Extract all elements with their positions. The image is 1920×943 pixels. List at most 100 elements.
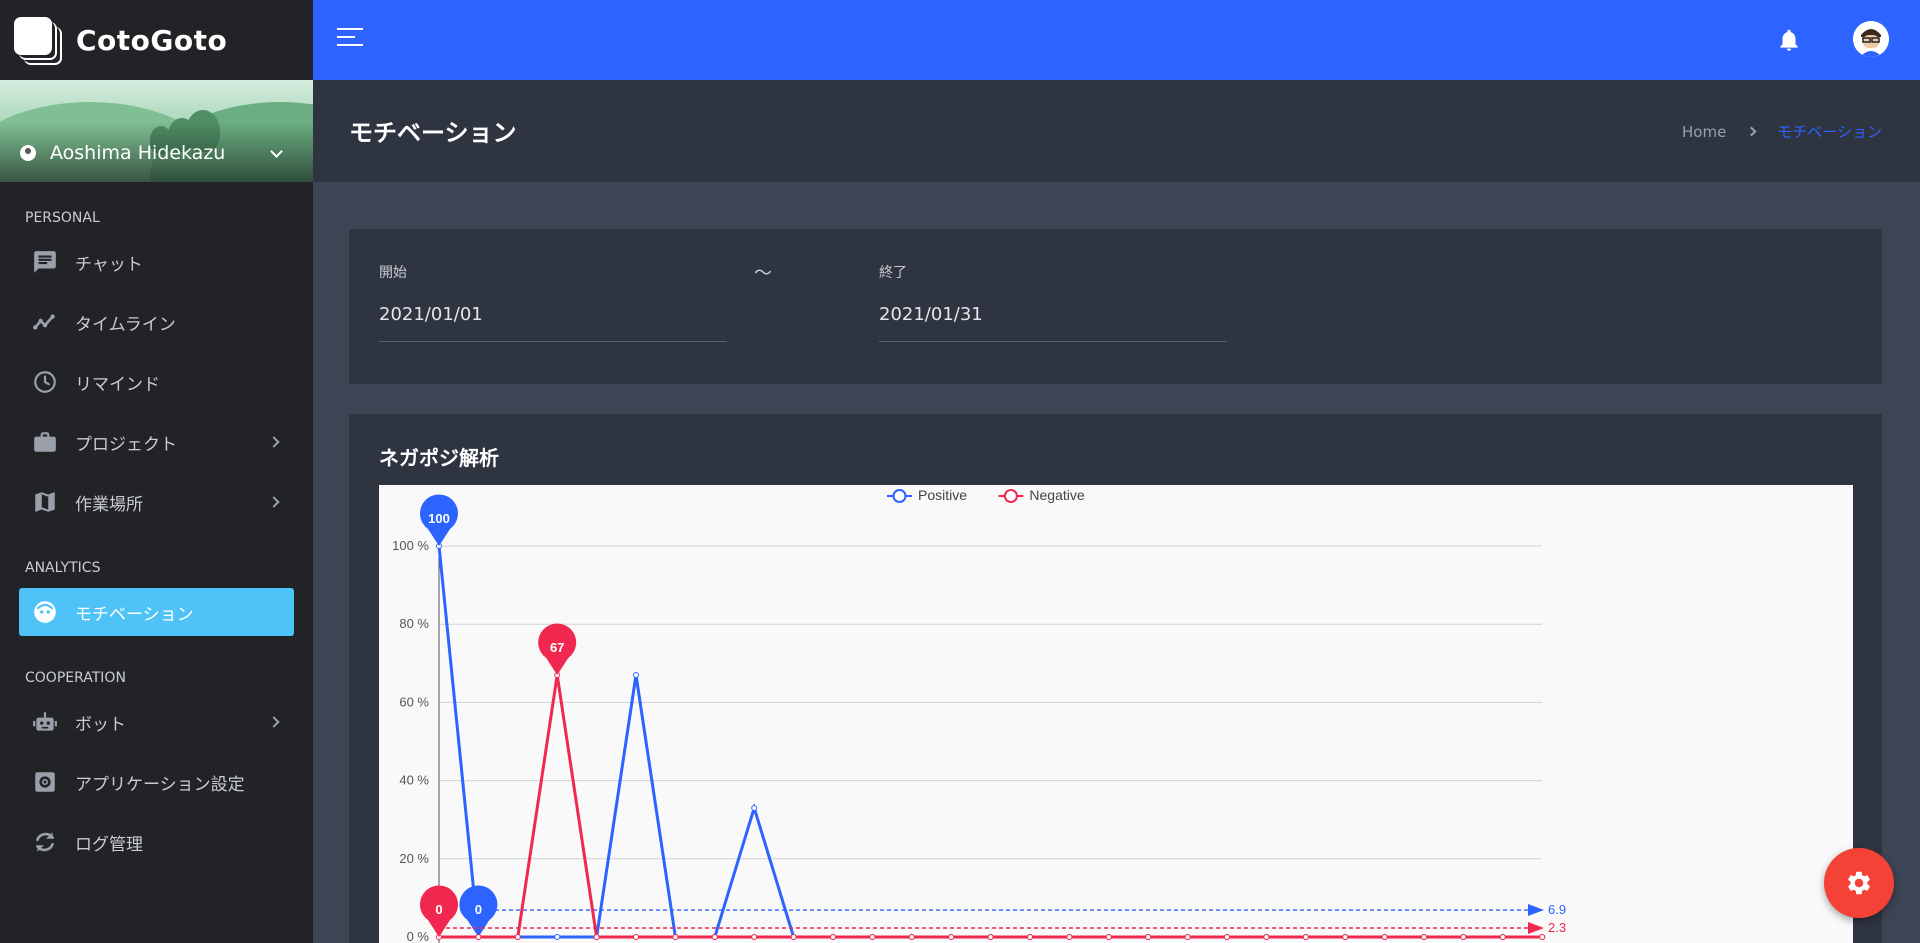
start-date-field[interactable]: 開始 2021/01/01 xyxy=(379,262,727,342)
data-point xyxy=(987,934,994,940)
sidebar-nav: PERSONAL チャットタイムライン リマインドプロジェクト 作業場所 ANALYTI… xyxy=(0,210,313,866)
sidebar-item-label: モチベーション xyxy=(75,604,194,625)
user-icon xyxy=(20,145,36,161)
data-point xyxy=(1421,934,1427,940)
data-point xyxy=(672,934,679,940)
start-date-input[interactable]: 2021/01/01 xyxy=(379,304,727,342)
data-point xyxy=(514,934,521,940)
data-point xyxy=(593,934,600,940)
y-tick-label: 0 % xyxy=(407,929,430,943)
data-point xyxy=(1027,934,1033,940)
sidebar-item[interactable]: アプリケーション設定 xyxy=(19,758,294,806)
mark-pin-label: 0 xyxy=(435,902,442,917)
sidebar-item[interactable]: ログ管理 xyxy=(19,818,294,866)
avatar-icon[interactable] xyxy=(1853,21,1889,57)
y-tick-label: 60 % xyxy=(399,694,429,709)
nav-section-title: PERSONAL xyxy=(25,210,100,226)
sidebar-item-label: タイムライン xyxy=(75,314,176,335)
mark-pin-label: 0 xyxy=(475,902,482,917)
user-name: Aoshima Hidekazu xyxy=(50,142,226,164)
legend-marker xyxy=(1003,489,1018,503)
sidebar-item[interactable]: モチベーション xyxy=(19,588,294,636)
data-point xyxy=(633,934,639,940)
map-icon xyxy=(31,488,59,516)
y-tick-label: 40 % xyxy=(399,773,429,788)
sidebar-item-label: ログ管理 xyxy=(75,834,143,855)
brand[interactable]: CotoGoto xyxy=(0,0,313,80)
data-point xyxy=(830,934,836,940)
sync-icon xyxy=(31,828,59,856)
data-point xyxy=(1105,934,1112,940)
data-point xyxy=(1263,934,1270,940)
average-label: 6.9 xyxy=(1548,902,1566,917)
chart-section-title: ネガポジ解析 xyxy=(379,446,499,470)
chart-container: 0 % 20 % 40 % 60 % 80 % 100 % Positive Negative… xyxy=(379,485,1853,943)
sidebar-item[interactable]: 作業場所 xyxy=(19,478,294,526)
data-point xyxy=(1224,934,1230,940)
chevron-down-icon[interactable] xyxy=(270,144,283,158)
menu-icon[interactable] xyxy=(337,28,365,52)
sidebar-item[interactable]: ボット xyxy=(19,698,294,746)
data-point xyxy=(948,934,955,940)
data-point xyxy=(751,934,758,940)
data-point xyxy=(633,672,639,679)
data-point xyxy=(1539,934,1546,940)
chart-card: ネガポジ解析 0 % 20 % 40 % 60 % 80 % 100 % Positive N… xyxy=(349,414,1882,943)
legend-label: Positive xyxy=(918,487,967,503)
data-point xyxy=(1302,934,1309,940)
average-label: 2.3 xyxy=(1548,920,1566,935)
nav-section-title: ANALYTICS xyxy=(25,560,101,576)
sidebar-item-label: リマインド xyxy=(75,374,160,395)
data-point xyxy=(1342,934,1349,940)
brand-logo-icon xyxy=(14,17,62,65)
brand-name: CotoGoto xyxy=(76,23,228,57)
page-header: モチベーション Home モチベーション xyxy=(313,80,1920,182)
data-point xyxy=(1184,934,1191,940)
sidebar-item[interactable]: プロジェクト xyxy=(19,418,294,466)
end-date-field[interactable]: 終了 2021/01/31 xyxy=(879,262,1227,342)
legend-label: Negative xyxy=(1029,487,1084,503)
breadcrumb-home[interactable]: Home xyxy=(1682,123,1726,141)
mark-pin-label: 67 xyxy=(550,640,564,655)
data-point xyxy=(475,934,482,940)
sidebar-item[interactable]: チャット xyxy=(19,238,294,286)
nav-section-title: COOPERATION xyxy=(25,670,126,686)
series-line xyxy=(437,545,1543,939)
user-panel[interactable]: Aoshima Hidekazu xyxy=(0,80,313,182)
sidebar-item[interactable]: タイムライン xyxy=(19,298,294,346)
timeline-icon xyxy=(31,308,59,336)
breadcrumb: Home モチベーション xyxy=(1682,121,1882,142)
face-icon xyxy=(31,598,59,626)
negapoji-chart: 0 % 20 % 40 % 60 % 80 % 100 % Positive Negative… xyxy=(392,487,1566,943)
start-date-label: 開始 xyxy=(379,265,407,281)
sidebar-item-label: ボット xyxy=(75,714,126,735)
data-point xyxy=(1066,934,1073,940)
data-point xyxy=(554,934,561,940)
series-line xyxy=(439,674,1543,939)
chevron-right-icon xyxy=(268,436,280,448)
data-point xyxy=(1499,934,1506,940)
clock-icon xyxy=(31,368,59,396)
chevron-right-icon xyxy=(1746,126,1757,137)
sidebar-item-label: プロジェクト xyxy=(75,434,177,455)
sidebar-item[interactable]: リマインド xyxy=(19,358,294,406)
y-tick-label: 20 % xyxy=(399,851,429,866)
chevron-right-icon xyxy=(268,496,280,508)
briefcase-icon xyxy=(31,428,59,456)
data-point xyxy=(908,934,915,940)
sidebar-item-label: 作業場所 xyxy=(75,494,143,515)
settings-fab[interactable] xyxy=(1824,848,1894,918)
data-point xyxy=(1460,934,1467,940)
data-point xyxy=(869,934,876,940)
breadcrumb-current: モチベーション xyxy=(1777,123,1882,141)
chevron-right-icon xyxy=(268,716,280,728)
end-date-input[interactable]: 2021/01/31 xyxy=(879,304,1227,342)
y-tick-label: 100 % xyxy=(392,538,429,553)
data-point xyxy=(751,804,758,811)
data-point xyxy=(1145,934,1152,940)
end-date-label: 終了 xyxy=(879,265,907,281)
bell-icon[interactable] xyxy=(1776,26,1802,54)
data-point xyxy=(1381,934,1388,940)
mark-pin-label: 100 xyxy=(428,511,450,526)
topbar xyxy=(313,0,1920,80)
